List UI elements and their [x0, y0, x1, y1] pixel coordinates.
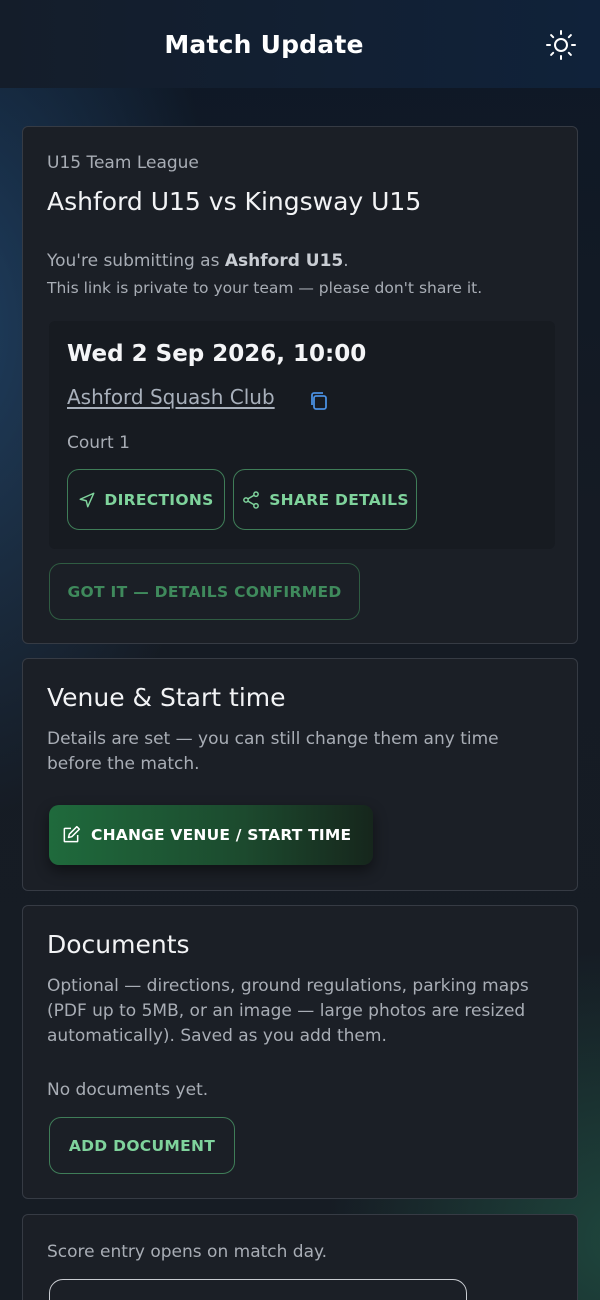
page-title: Match Update [164, 29, 364, 59]
directions-button[interactable]: DIRECTIONS [67, 469, 225, 530]
confirm-details-button[interactable]: GOT IT — DETAILS CONFIRMED [49, 563, 360, 620]
documents-description: Optional — directions, ground regulation… [47, 976, 529, 1046]
documents-title: Documents [47, 930, 190, 959]
share-details-button[interactable]: SHARE DETAILS [233, 469, 417, 530]
confirm-details-label: GOT IT — DETAILS CONFIRMED [67, 582, 342, 601]
copy-icon[interactable] [307, 389, 331, 413]
directions-label: DIRECTIONS [104, 490, 214, 509]
venue-section-title: Venue & Start time [47, 683, 286, 712]
edit-icon [63, 825, 81, 843]
match-datetime: Wed 2 Sep 2026, 10:00 [67, 341, 367, 367]
score-entry-card: Score entry opens on match day. [22, 1214, 578, 1300]
league-name: U15 Team League [47, 153, 199, 173]
navigation-arrow-icon [79, 492, 95, 507]
change-venue-label: CHANGE VENUE / START TIME [91, 826, 352, 844]
documents-card: Documents Optional — directions, ground … [22, 905, 578, 1199]
submitting-as-text: You're submitting as Ashford U15. [47, 251, 349, 271]
match-title: Ashford U15 vs Kingsway U15 [47, 187, 422, 216]
venue-section-description: Details are set — you can still change t… [47, 729, 499, 774]
theme-toggle-button[interactable] [544, 28, 578, 62]
submitting-suffix: . [343, 251, 349, 271]
share-icon [243, 490, 260, 509]
fixture-details-panel: Wed 2 Sep 2026, 10:00 Ashford Squash Clu… [49, 321, 555, 549]
add-document-label: ADD DOCUMENT [68, 1136, 216, 1155]
add-document-button[interactable]: ADD DOCUMENT [49, 1117, 235, 1174]
app-header: Match Update [0, 0, 600, 88]
change-venue-button[interactable]: CHANGE VENUE / START TIME [49, 805, 373, 865]
sun-icon [546, 30, 576, 60]
submitting-prefix: You're submitting as [47, 251, 225, 271]
match-card: U15 Team League Ashford U15 vs Kingsway … [22, 126, 578, 644]
share-details-label: SHARE DETAILS [269, 490, 409, 509]
venue-start-card: Venue & Start time Details are set — you… [22, 658, 578, 891]
submitting-team: Ashford U15 [224, 251, 344, 271]
venue-link[interactable]: Ashford Squash Club [67, 385, 275, 409]
score-entry-note: Score entry opens on match day. [47, 1242, 328, 1262]
court-label: Court 1 [67, 433, 130, 453]
private-link-note: This link is private to your team — plea… [47, 279, 483, 297]
score-entry-button[interactable] [49, 1279, 467, 1300]
documents-empty-text: No documents yet. [47, 1080, 209, 1100]
